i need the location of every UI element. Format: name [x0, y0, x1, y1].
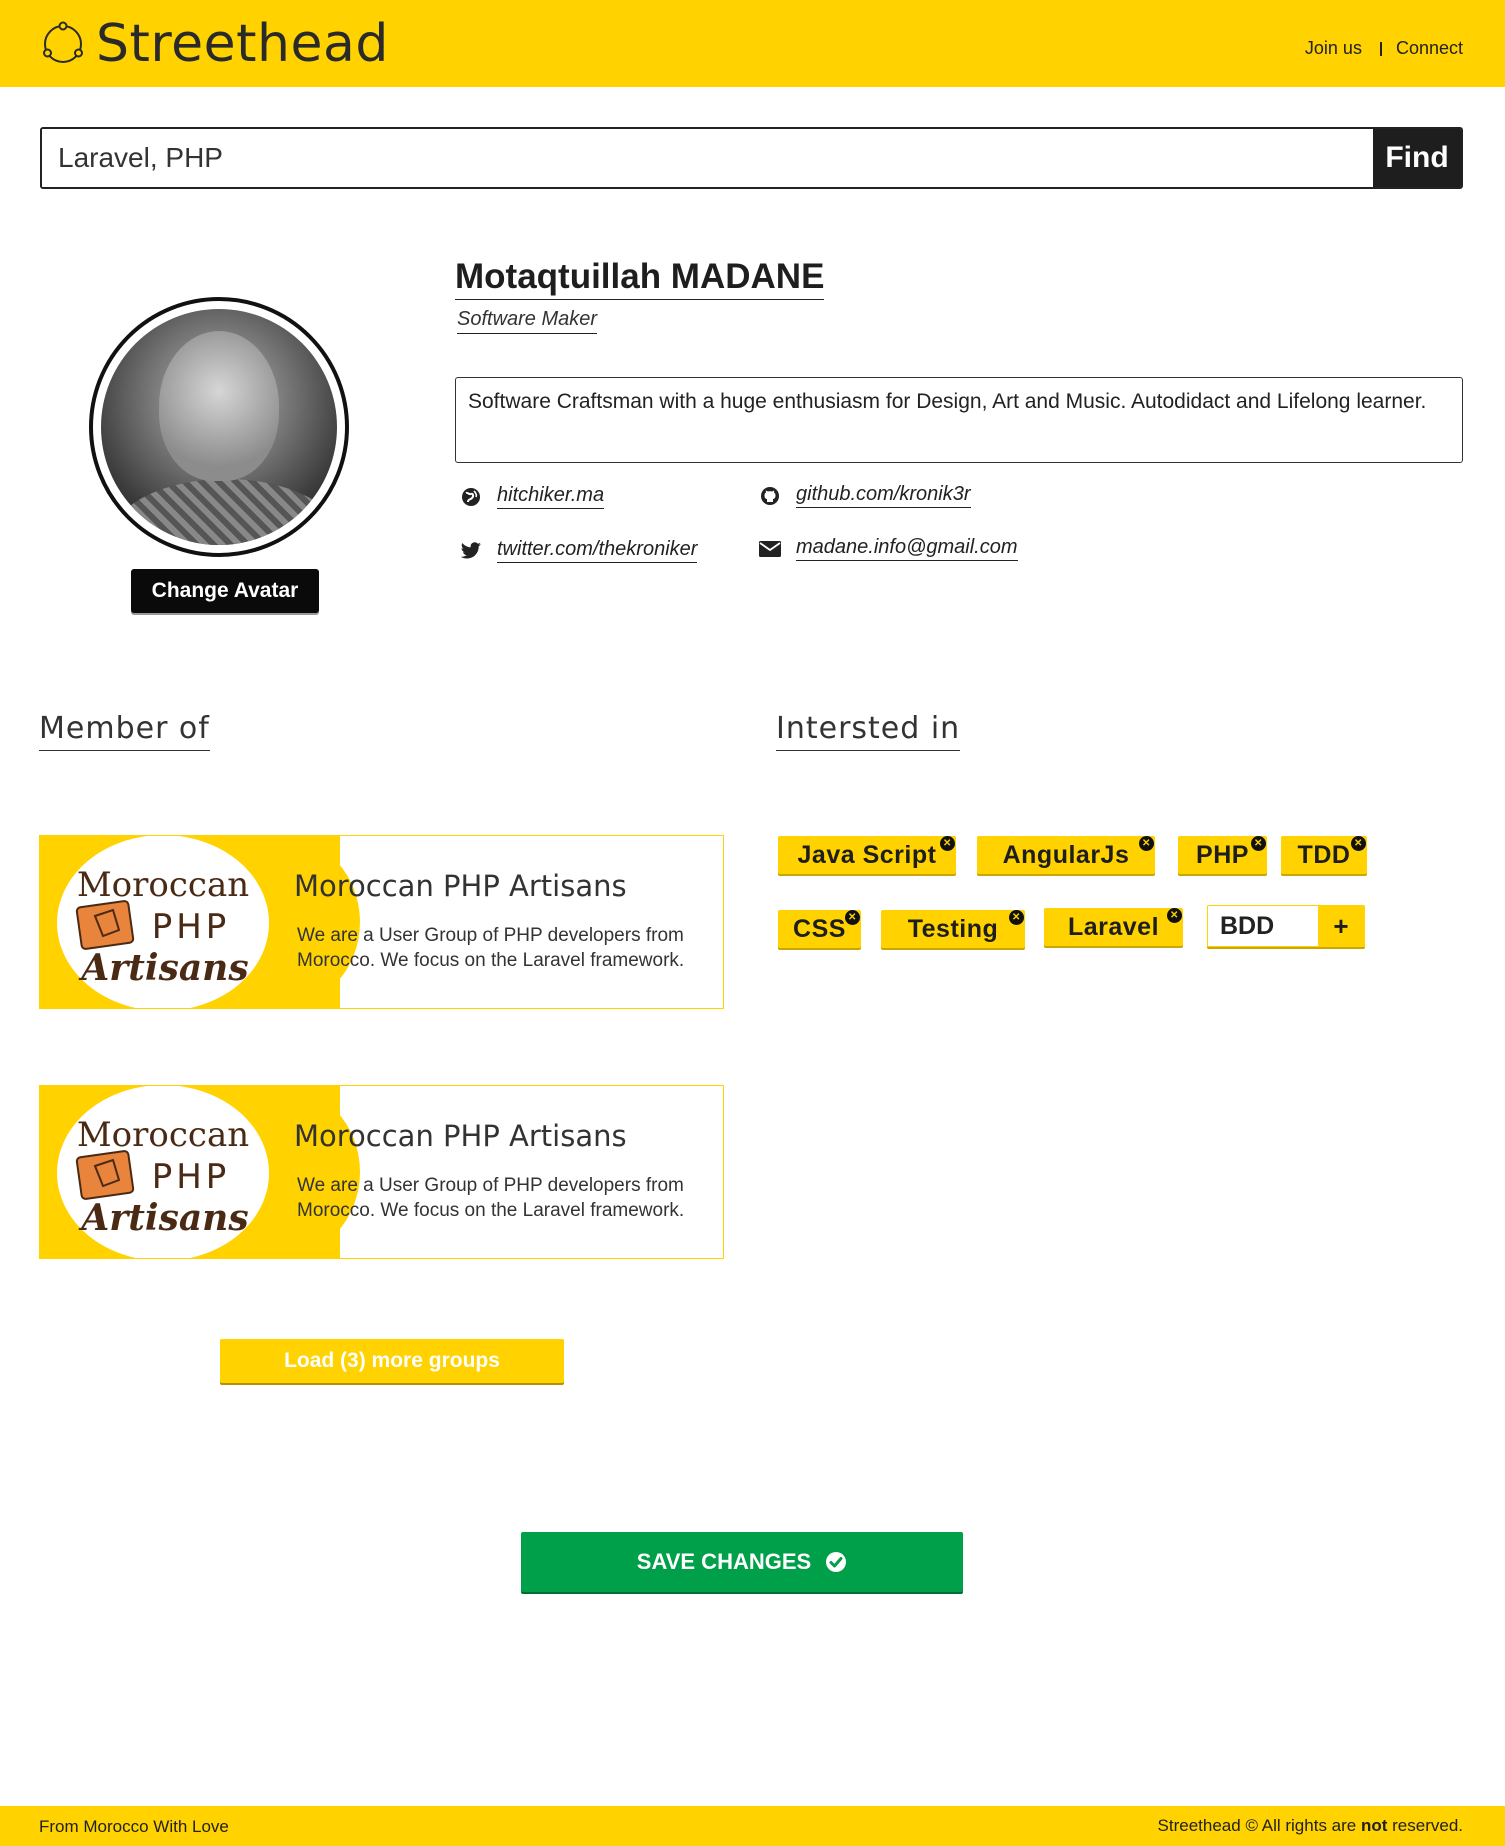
profile-name[interactable]: Motaqtuillah MADANE — [455, 257, 825, 300]
new-tag-input[interactable] — [1208, 906, 1318, 946]
tag-label: PHP — [1196, 840, 1249, 869]
tag-java-script: Java Script ✕ — [778, 836, 956, 874]
twitter-link[interactable]: twitter.com/thekroniker — [497, 538, 698, 563]
bio-textarea[interactable]: Software Craftsman with a huge enthusias… — [455, 377, 1463, 463]
nav-divider — [1379, 41, 1382, 56]
svg-text:Moroccan: Moroccan — [77, 865, 249, 905]
load-more-groups-button[interactable]: Load (3) more groups — [220, 1339, 564, 1383]
remove-tag-icon[interactable]: ✕ — [845, 910, 860, 925]
group-logo: Moroccan PHP Artisans — [57, 836, 269, 1008]
tag-label: CSS — [793, 914, 846, 943]
tag-angularjs: AngularJs ✕ — [977, 836, 1155, 874]
tag-label: Laravel — [1067, 912, 1160, 941]
globe-icon — [459, 485, 483, 509]
brand-logo[interactable]: Streethead — [40, 14, 389, 74]
tag-css: CSS ✕ — [778, 910, 861, 948]
avatar-face — [159, 331, 279, 481]
svg-text:PHP: PHP — [152, 907, 231, 947]
group-description: We are a User Group of PHP developers fr… — [297, 1175, 685, 1221]
avatar — [101, 309, 337, 545]
interested-in-title: Intersted in — [776, 711, 961, 751]
group-description: We are a User Group of PHP developers fr… — [297, 925, 685, 971]
footer: From Morocco With Love Streethead © All … — [0, 1806, 1505, 1846]
change-avatar-button[interactable]: Change Avatar — [131, 569, 319, 613]
top-nav: Join us Connect — [1305, 38, 1463, 59]
check-circle-icon — [826, 1552, 847, 1572]
save-label: SAVE CHANGES — [636, 1549, 812, 1574]
remove-tag-icon[interactable]: ✕ — [940, 836, 955, 851]
moroccan-php-artisans-logo: Moroccan PHP Artisans — [75, 865, 249, 988]
tag-laravel: Laravel ✕ — [1044, 908, 1183, 946]
remove-tag-icon[interactable]: ✕ — [1351, 836, 1366, 851]
copyright-suffix: reserved. — [1387, 1816, 1463, 1835]
tag-label: Testing — [907, 914, 999, 943]
add-tag-button[interactable]: + — [1318, 906, 1364, 946]
tag-label: TDD — [1297, 840, 1351, 869]
profile-role[interactable]: Software Maker — [457, 308, 598, 334]
connect-link[interactable]: Connect — [1396, 38, 1463, 59]
moroccan-php-artisans-logo: Moroccan PHP Artisans — [75, 1115, 249, 1238]
group-card[interactable]: Moroccan PHP Artisans Moroccan PHP Artis… — [39, 835, 724, 1009]
join-us-link[interactable]: Join us — [1305, 38, 1362, 59]
header: Streethead Join us Connect — [0, 0, 1505, 87]
save-changes-button[interactable]: SAVE CHANGES — [521, 1532, 963, 1592]
envelope-icon — [758, 537, 782, 561]
remove-tag-icon[interactable]: ✕ — [1009, 910, 1024, 925]
footer-copyright: Streethead © All rights are not reserved… — [1158, 1816, 1463, 1836]
svg-text:PHP: PHP — [152, 1157, 231, 1197]
github-icon — [758, 484, 782, 508]
avatar-shirt — [111, 479, 337, 545]
group-title[interactable]: Moroccan PHP Artisans — [294, 869, 627, 903]
search-bar: Find — [40, 127, 1463, 189]
svg-text:Artisans: Artisans — [78, 947, 248, 988]
email-link[interactable]: madane.info@gmail.com — [796, 536, 1018, 561]
avatar-frame — [89, 297, 349, 557]
group-card[interactable]: Moroccan PHP Artisans Moroccan PHP Artis… — [39, 1085, 724, 1259]
footer-tagline: From Morocco With Love — [39, 1817, 229, 1836]
group-logo: Moroccan PHP Artisans — [57, 1086, 269, 1258]
github-link-row: github.com/kronik3r — [758, 483, 971, 508]
new-tag-field: + — [1207, 905, 1365, 947]
github-link[interactable]: github.com/kronik3r — [796, 483, 971, 508]
member-of-title: Member of — [39, 711, 210, 751]
tag-label: AngularJs — [1002, 840, 1130, 869]
svg-text:Artisans: Artisans — [78, 1197, 248, 1238]
remove-tag-icon[interactable]: ✕ — [1167, 908, 1182, 923]
streethead-logo-icon — [43, 21, 83, 63]
tag-testing: Testing ✕ — [881, 910, 1025, 948]
find-button[interactable]: Find — [1373, 129, 1461, 187]
email-link-row: madane.info@gmail.com — [758, 536, 1018, 561]
group-title[interactable]: Moroccan PHP Artisans — [294, 1119, 627, 1153]
remove-tag-icon[interactable]: ✕ — [1139, 836, 1154, 851]
remove-tag-icon[interactable]: ✕ — [1251, 836, 1266, 851]
tag-tdd: TDD ✕ — [1281, 836, 1367, 874]
tag-php: PHP ✕ — [1178, 836, 1267, 874]
copyright-bold: not — [1360, 1816, 1388, 1835]
tag-label: Java Script — [797, 840, 937, 869]
copyright-prefix: Streethead © All rights are — [1157, 1816, 1361, 1835]
website-link[interactable]: hitchiker.ma — [497, 484, 605, 509]
search-input[interactable] — [42, 129, 1373, 187]
svg-text:Moroccan: Moroccan — [77, 1115, 249, 1155]
website-link-row: hitchiker.ma — [459, 484, 605, 509]
twitter-link-row: twitter.com/thekroniker — [459, 538, 698, 563]
brand-name: Streethead — [96, 14, 389, 74]
twitter-icon — [459, 539, 483, 563]
